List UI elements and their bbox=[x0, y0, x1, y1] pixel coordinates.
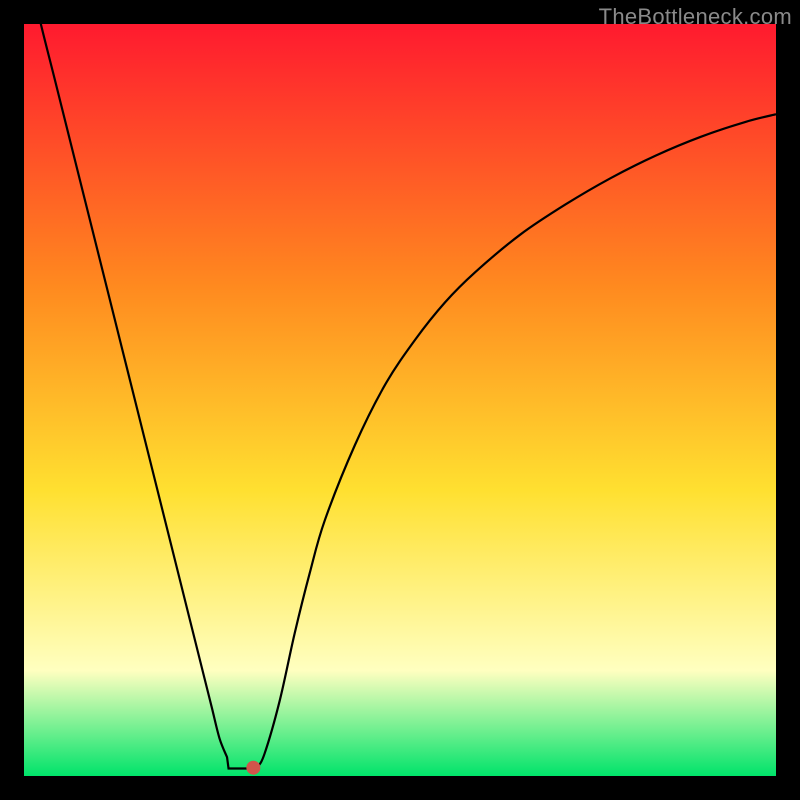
optimum-marker bbox=[246, 761, 260, 775]
gradient-background bbox=[24, 24, 776, 776]
watermark-text: TheBottleneck.com bbox=[599, 4, 792, 30]
bottleneck-chart bbox=[24, 24, 776, 776]
